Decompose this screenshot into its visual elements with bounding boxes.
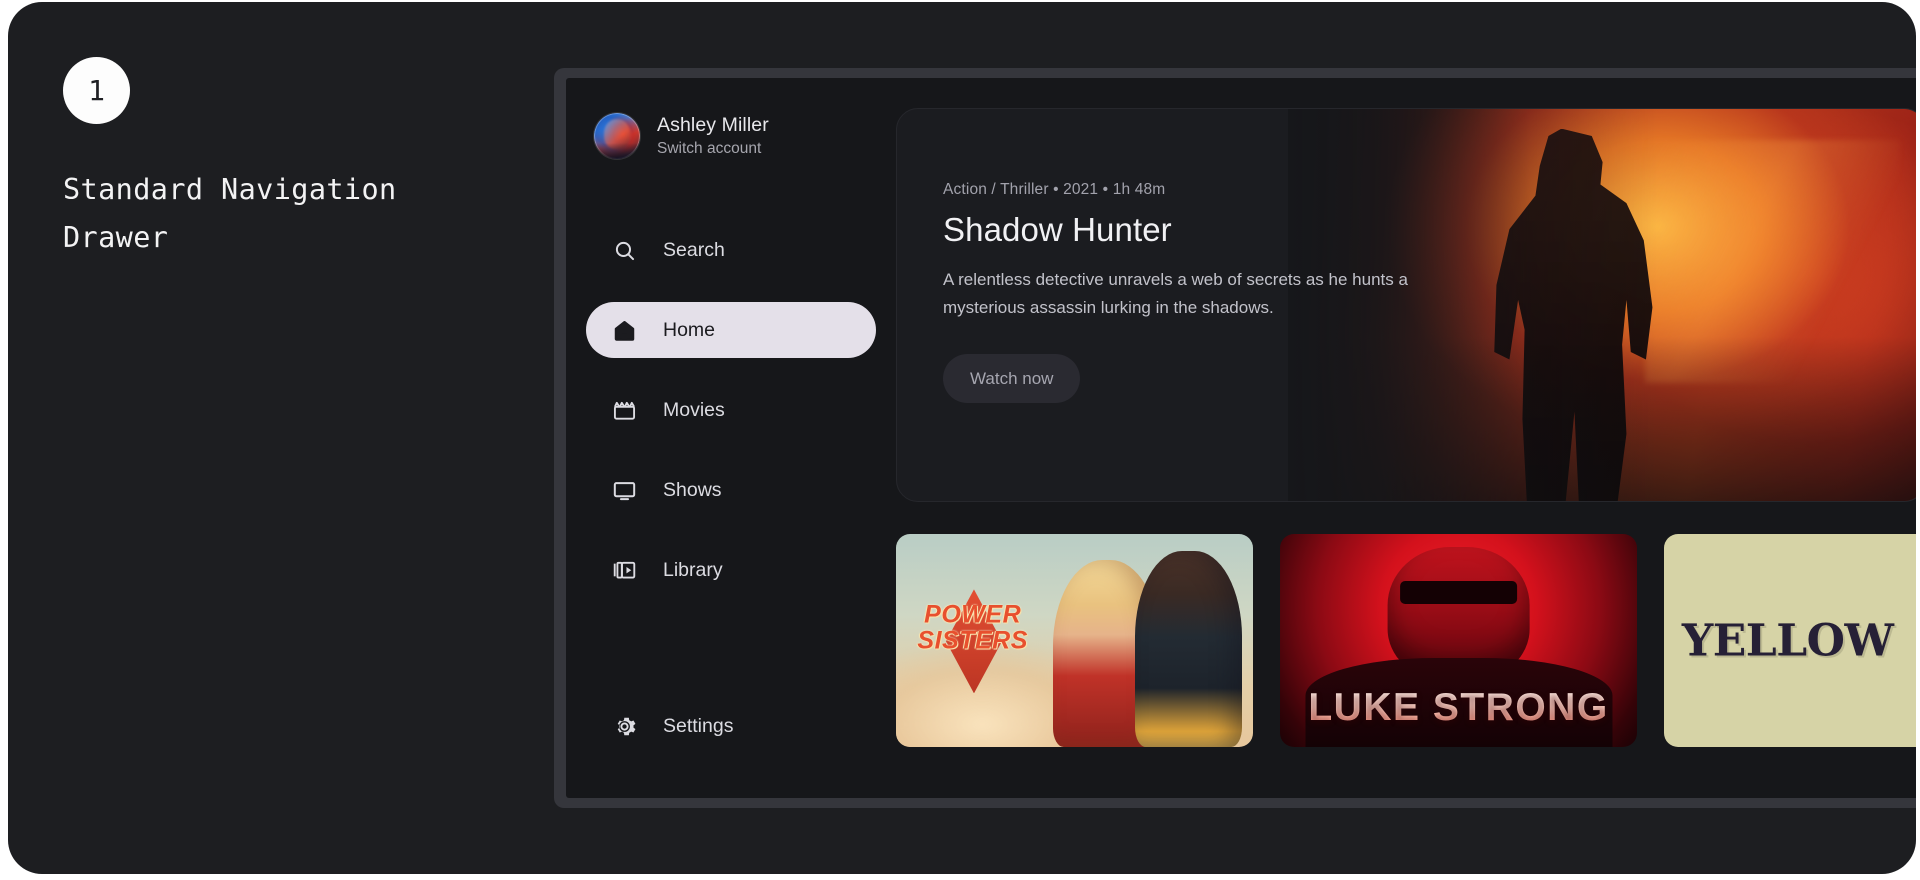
account-name: Ashley Miller bbox=[657, 113, 769, 136]
card-title: POWER SISTERS bbox=[917, 601, 1027, 653]
sidebar-item-label: Movies bbox=[663, 398, 725, 421]
watch-now-button[interactable]: Watch now bbox=[943, 354, 1081, 403]
movie-card-rail: POWER SISTERS LUKE STRONG YELLOW bbox=[896, 534, 1916, 747]
hero-glow bbox=[1644, 140, 1900, 384]
sidebar-item-search[interactable]: Search bbox=[586, 222, 876, 278]
hero-banner[interactable]: Action / Thriller • 2021 • 1h 48m Shadow… bbox=[896, 108, 1916, 502]
movie-icon bbox=[612, 398, 637, 423]
avatar bbox=[594, 113, 640, 159]
card-title: YELLOW bbox=[1681, 615, 1894, 666]
hero-text-block: Action / Thriller • 2021 • 1h 48m Shadow… bbox=[897, 109, 1457, 403]
movie-card[interactable]: LUKE STRONG bbox=[1280, 534, 1637, 747]
movie-card[interactable]: YELLOW bbox=[1664, 534, 1916, 747]
tv-icon bbox=[612, 478, 637, 503]
hero-meta: Action / Thriller • 2021 • 1h 48m bbox=[943, 181, 1166, 198]
sidebar-item-label: Search bbox=[663, 238, 725, 261]
step-number-badge: 1 bbox=[63, 57, 130, 124]
hero-figure bbox=[1494, 128, 1653, 501]
library-icon bbox=[612, 558, 637, 583]
account-text: Ashley Miller Switch account bbox=[657, 113, 769, 160]
card-character-two bbox=[1135, 551, 1243, 747]
gear-icon bbox=[612, 714, 637, 739]
sidebar-item-label: Library bbox=[663, 558, 723, 581]
sidebar-item-movies[interactable]: Movies bbox=[586, 382, 876, 438]
hero-title: Shadow Hunter bbox=[943, 211, 1172, 248]
device-screen: Ashley Miller Switch account Search Home… bbox=[566, 78, 1916, 798]
annotation-block: 1 Standard Navigation Drawer bbox=[63, 57, 503, 262]
page-canvas: 1 Standard Navigation Drawer Ashley Mill… bbox=[8, 2, 1916, 874]
account-switcher[interactable]: Ashley Miller Switch account bbox=[566, 108, 896, 164]
card-title-line-two: SISTERS bbox=[917, 626, 1028, 655]
card-title-line-one: POWER bbox=[924, 600, 1022, 629]
card-title: LUKE STRONG bbox=[1280, 686, 1637, 730]
switch-account-label: Switch account bbox=[657, 139, 762, 157]
sidebar-item-label: Shows bbox=[663, 478, 722, 501]
card-sunglasses bbox=[1399, 580, 1518, 605]
search-icon bbox=[612, 238, 637, 263]
main-content: Action / Thriller • 2021 • 1h 48m Shadow… bbox=[896, 78, 1916, 798]
home-icon bbox=[612, 318, 637, 343]
sidebar-item-label: Settings bbox=[663, 714, 734, 737]
sidebar-item-home[interactable]: Home bbox=[586, 302, 876, 358]
sidebar-item-label: Home bbox=[663, 318, 716, 341]
sidebar-item-shows[interactable]: Shows bbox=[586, 462, 876, 518]
sidebar-item-settings[interactable]: Settings bbox=[586, 698, 876, 754]
annotation-title: Standard Navigation Drawer bbox=[63, 173, 397, 254]
nav-item-list: Search Home Movies Shows Library bbox=[566, 222, 896, 598]
device-frame: Ashley Miller Switch account Search Home… bbox=[554, 68, 1916, 808]
nav-settings-group: Settings bbox=[586, 698, 896, 754]
hero-description: A relentless detective unravels a web of… bbox=[943, 270, 1408, 317]
movie-card[interactable]: POWER SISTERS bbox=[896, 534, 1253, 747]
navigation-drawer: Ashley Miller Switch account Search Home… bbox=[566, 78, 896, 798]
sidebar-item-library[interactable]: Library bbox=[586, 542, 876, 598]
